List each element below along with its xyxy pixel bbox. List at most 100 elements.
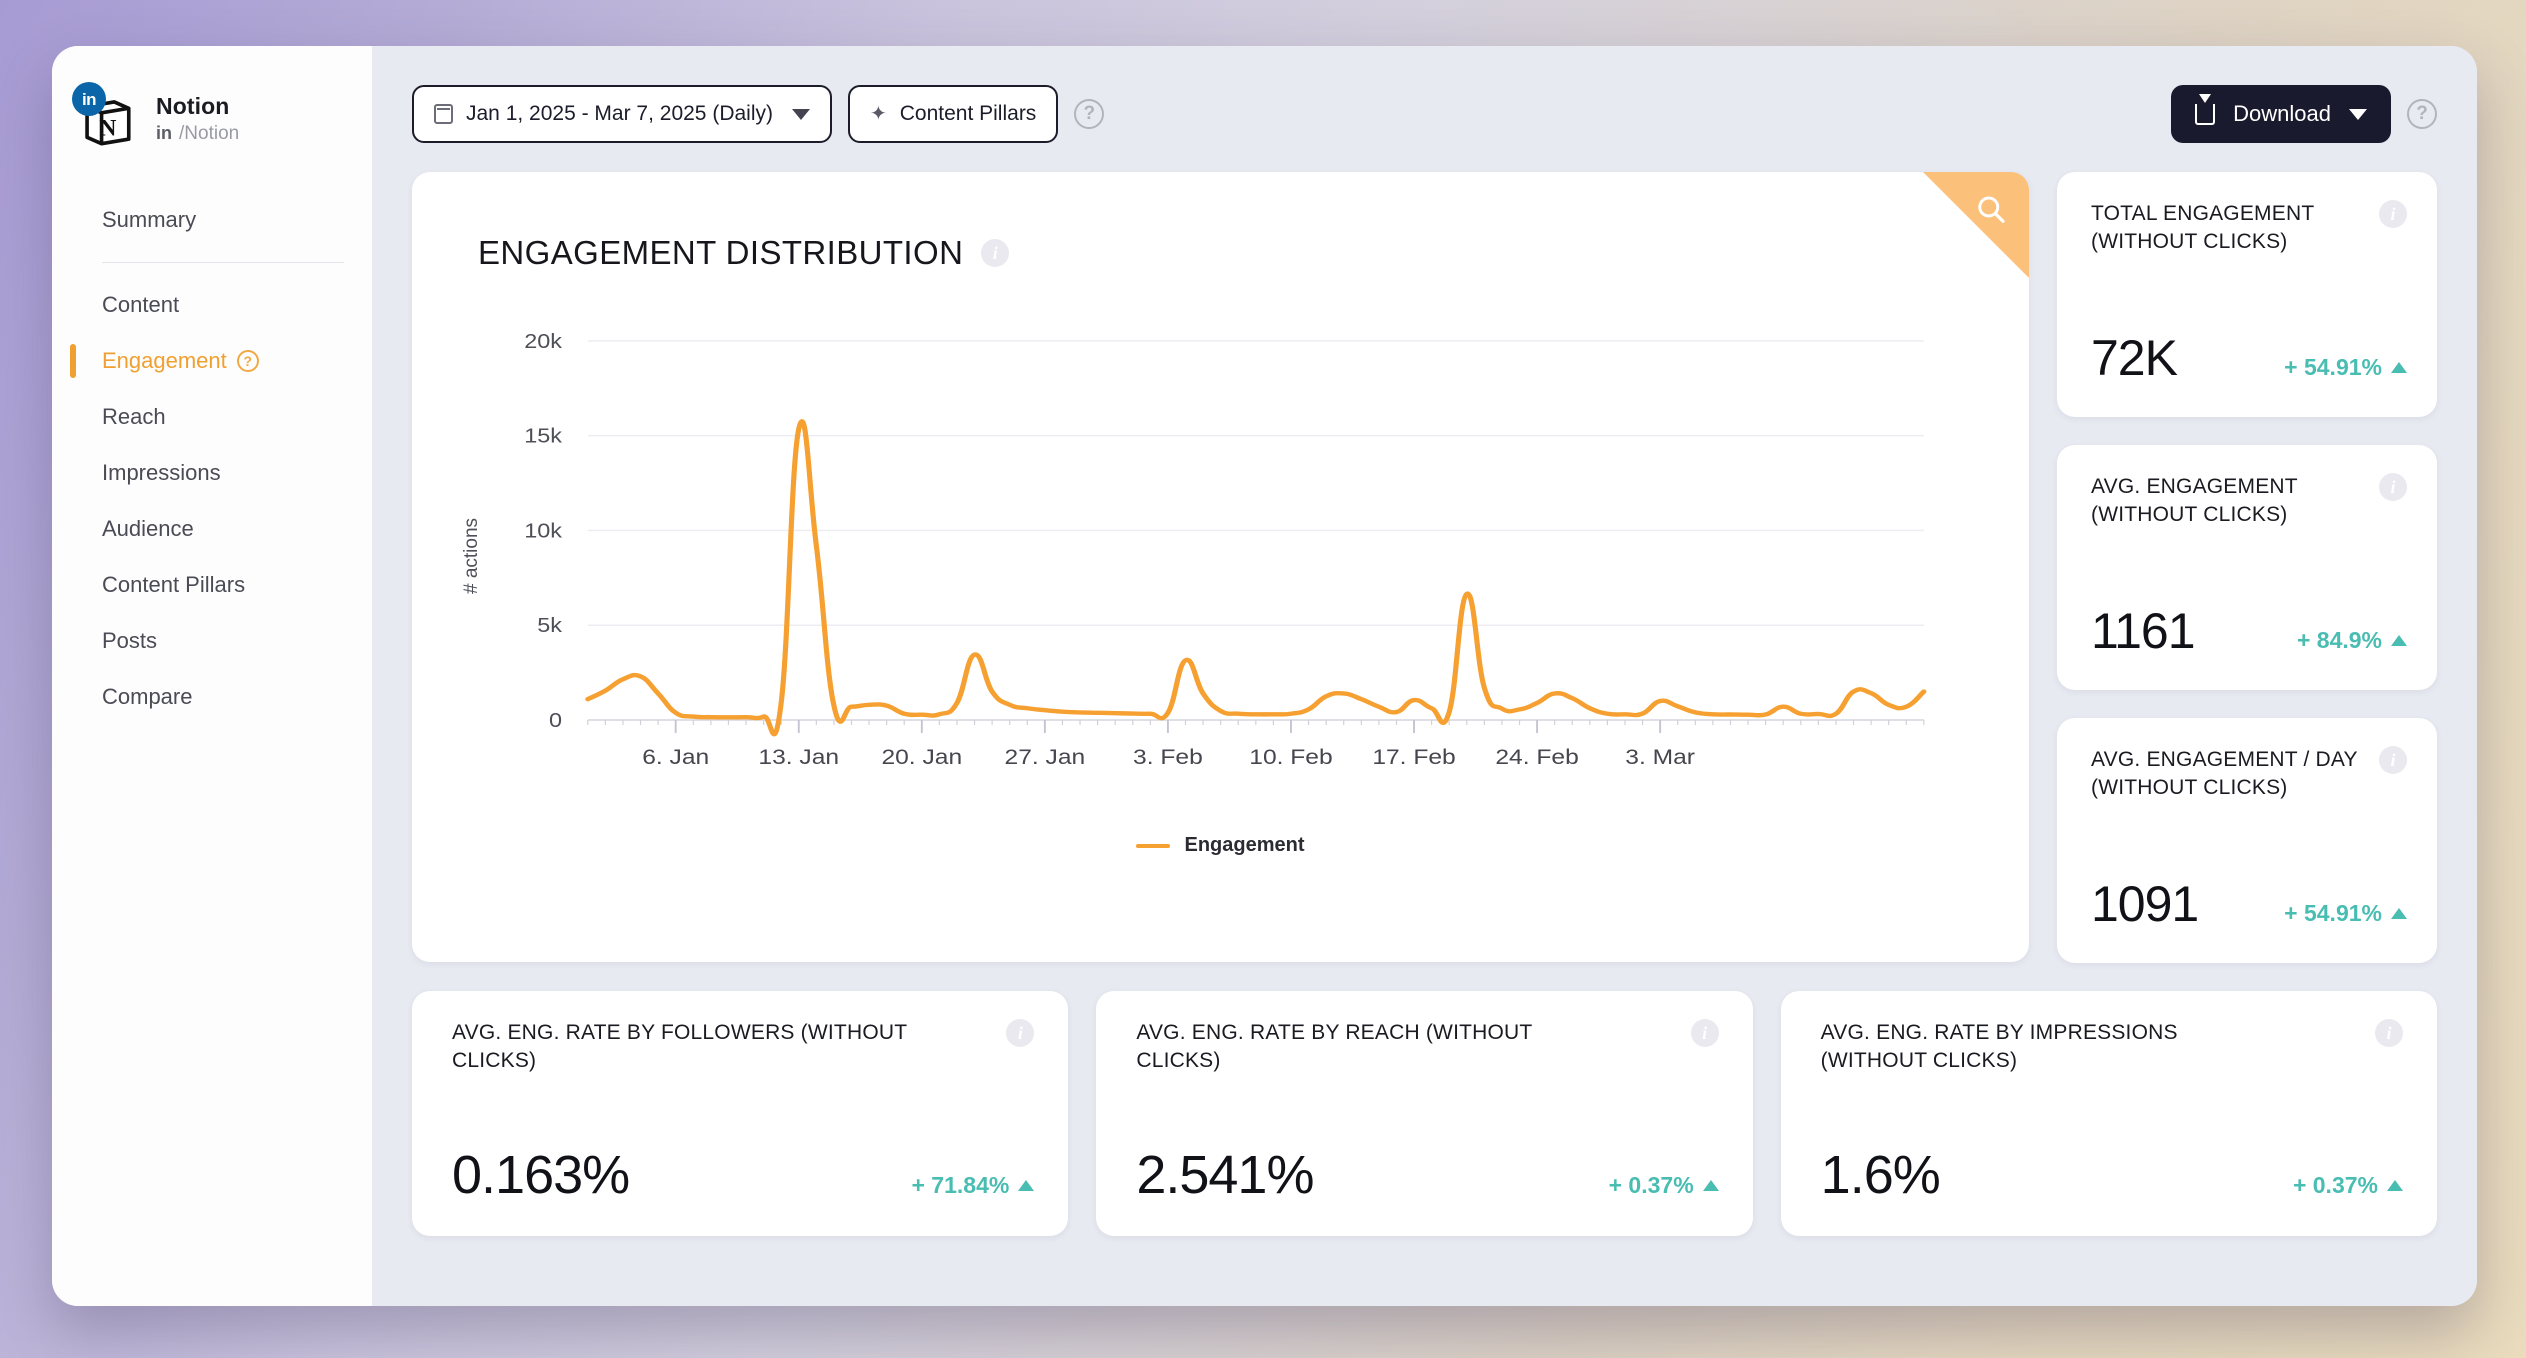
download-button[interactable]: Download [2171, 85, 2391, 143]
brand-handle: /Notion [179, 123, 240, 144]
search-icon [1978, 196, 2005, 223]
kpi-value: 1091 [2091, 876, 2199, 932]
sidebar-item-reach[interactable]: Reach [52, 389, 372, 445]
svg-text:20k: 20k [524, 330, 562, 353]
info-icon[interactable]: i [2379, 746, 2407, 774]
arrow-up-icon [2386, 1180, 2403, 1191]
sidebar: N in Notion in /Notion Summary Content E… [52, 46, 372, 1306]
kpi-card-avg-engagement: AVG. ENGAGEMENT (WITHOUT CLICKS) i 1161 … [2057, 445, 2437, 690]
app-window: N in Notion in /Notion Summary Content E… [52, 46, 2477, 1306]
kpi-delta-label: + 84.9% [2296, 627, 2382, 653]
page-title: ENGAGEMENT DISTRIBUTION [478, 234, 964, 271]
svg-text:0: 0 [549, 709, 562, 732]
arrow-up-icon [2391, 362, 2407, 373]
info-icon[interactable]: i [1690, 1019, 1719, 1047]
svg-text:13. Jan: 13. Jan [758, 745, 839, 769]
download-help-icon[interactable]: ? [2407, 99, 2437, 129]
arrow-up-icon [1702, 1180, 1719, 1191]
brand-name: Notion [156, 93, 230, 119]
arrow-up-icon [2391, 908, 2407, 919]
toolbar: Jan 1, 2025 - Mar 7, 2025 (Daily) ✦ Cont… [412, 82, 2437, 146]
network-label: in [156, 123, 172, 143]
info-icon[interactable]: i [2379, 473, 2407, 501]
sidebar-item-compare[interactable]: Compare [52, 669, 372, 725]
rate-card-by-reach: AVG. ENG. RATE BY REACH (WITHOUT CLICKS)… [1096, 991, 1753, 1236]
sidebar-item-label: Compare [102, 684, 193, 709]
status-badge: + 84.9% [2297, 627, 2407, 654]
status-badge: + 0.37% [2293, 1172, 2403, 1199]
rate-cards-row: AVG. ENG. RATE BY FOLLOWERS (WITHOUT CLI… [412, 991, 2437, 1236]
sidebar-item-engagement[interactable]: Engagement ? [52, 333, 372, 389]
kpi-delta-label: + 71.84% [911, 1172, 1010, 1198]
sidebar-item-label: Engagement [102, 348, 227, 373]
kpi-column: TOTAL ENGAGEMENT (WITHOUT CLICKS) i 72K … [2057, 172, 2437, 963]
linkedin-icon: in [72, 82, 106, 116]
chevron-down-icon[interactable] [2349, 108, 2367, 120]
engagement-chart-card: ENGAGEMENT DISTRIBUTION i # actions 0 5k 1… [412, 172, 2029, 962]
y-axis-label: # actions [461, 517, 483, 595]
chevron-down-icon [791, 108, 810, 120]
arrow-up-icon [1018, 1180, 1035, 1191]
kpi-value: 2.541% [1136, 1145, 1314, 1205]
sparkle-icon: ✦ [869, 103, 887, 125]
info-icon[interactable]: i [981, 239, 1010, 267]
brand-header[interactable]: N in Notion in /Notion [52, 82, 372, 150]
sidebar-item-posts[interactable]: Posts [52, 613, 372, 669]
content-pillars-button[interactable]: ✦ Content Pillars [847, 85, 1059, 143]
kpi-card-total-engagement: TOTAL ENGAGEMENT (WITHOUT CLICKS) i 72K … [2057, 172, 2437, 417]
svg-text:24. Feb: 24. Feb [1495, 745, 1578, 769]
status-badge: + 0.37% [1609, 1172, 1719, 1199]
chart-plot-area: # actions 0 5k 10k 15k 20k 6. Jan 13. Jan 20. J… [412, 306, 1959, 806]
kpi-label: AVG. ENG. RATE BY FOLLOWERS (WITHOUT CLI… [452, 1021, 907, 1073]
sidebar-item-impressions[interactable]: Impressions [52, 445, 372, 501]
content-area: ENGAGEMENT DISTRIBUTION i # actions 0 5k 1… [412, 172, 2437, 963]
sidebar-item-label: Summary [102, 207, 197, 232]
info-icon[interactable]: i [2374, 1019, 2403, 1047]
legend-label-engagement: Engagement [1184, 834, 1305, 856]
chart-legend: Engagement [412, 834, 2029, 857]
kpi-delta-label: + 54.91% [2284, 900, 2382, 926]
download-icon [2195, 103, 2216, 125]
svg-text:5k: 5k [537, 614, 562, 637]
help-icon[interactable]: ? [1074, 99, 1105, 129]
info-icon[interactable]: i [1006, 1019, 1035, 1047]
kpi-delta-label: + 0.37% [1608, 1172, 1694, 1198]
sidebar-item-audience[interactable]: Audience [52, 501, 372, 557]
kpi-label: AVG. ENG. RATE BY REACH (WITHOUT CLICKS) [1136, 1021, 1533, 1073]
engagement-line-chart: 0 5k 10k 15k 20k 6. Jan 13. Jan 20. Jan 27. Jan 3… [524, 330, 1927, 769]
sidebar-item-label: Impressions [102, 460, 221, 485]
svg-text:17. Feb: 17. Feb [1372, 745, 1455, 769]
svg-text:6. Jan: 6. Jan [642, 745, 709, 769]
status-badge: + 71.84% [911, 1172, 1035, 1199]
kpi-label: AVG. ENGAGEMENT (WITHOUT CLICKS) [2091, 475, 2298, 527]
svg-text:20. Jan: 20. Jan [881, 745, 962, 769]
status-badge: + 54.91% [2284, 900, 2407, 927]
sidebar-item-label: Content [102, 292, 180, 317]
info-icon[interactable]: i [2379, 200, 2407, 228]
sidebar-item-summary[interactable]: Summary [52, 192, 372, 248]
kpi-label: AVG. ENGAGEMENT / DAY (WITHOUT CLICKS) [2091, 748, 2358, 800]
kpi-value: 1161 [2091, 603, 2196, 659]
svg-text:10k: 10k [524, 519, 562, 542]
rate-card-by-impressions: AVG. ENG. RATE BY IMPRESSIONS (WITHOUT C… [1780, 991, 2437, 1236]
help-icon[interactable]: ? [236, 350, 259, 372]
search-button[interactable] [1923, 172, 2029, 278]
kpi-value: 72K [2091, 330, 2178, 386]
svg-text:10. Feb: 10. Feb [1249, 745, 1332, 769]
svg-text:3. Feb: 3. Feb [1133, 745, 1203, 769]
rate-card-by-followers: AVG. ENG. RATE BY FOLLOWERS (WITHOUT CLI… [412, 991, 1069, 1236]
arrow-up-icon [2391, 635, 2407, 646]
sidebar-item-label: Content Pillars [102, 572, 246, 597]
status-badge: + 54.91% [2284, 354, 2407, 381]
sidebar-item-content[interactable]: Content [52, 277, 372, 333]
sidebar-item-content-pillars[interactable]: Content Pillars [52, 557, 372, 613]
brand-handle-row: in /Notion [156, 123, 239, 145]
sidebar-item-label: Reach [102, 404, 166, 429]
sidebar-item-label: Posts [102, 628, 158, 653]
date-range-picker[interactable]: Jan 1, 2025 - Mar 7, 2025 (Daily) [412, 85, 832, 143]
svg-text:27. Jan: 27. Jan [1005, 745, 1086, 769]
sidebar-item-label: Audience [102, 516, 194, 541]
chart-header: ENGAGEMENT DISTRIBUTION i [412, 172, 2029, 272]
kpi-delta-label: + 0.37% [2292, 1172, 2378, 1198]
download-label: Download [2233, 101, 2331, 126]
